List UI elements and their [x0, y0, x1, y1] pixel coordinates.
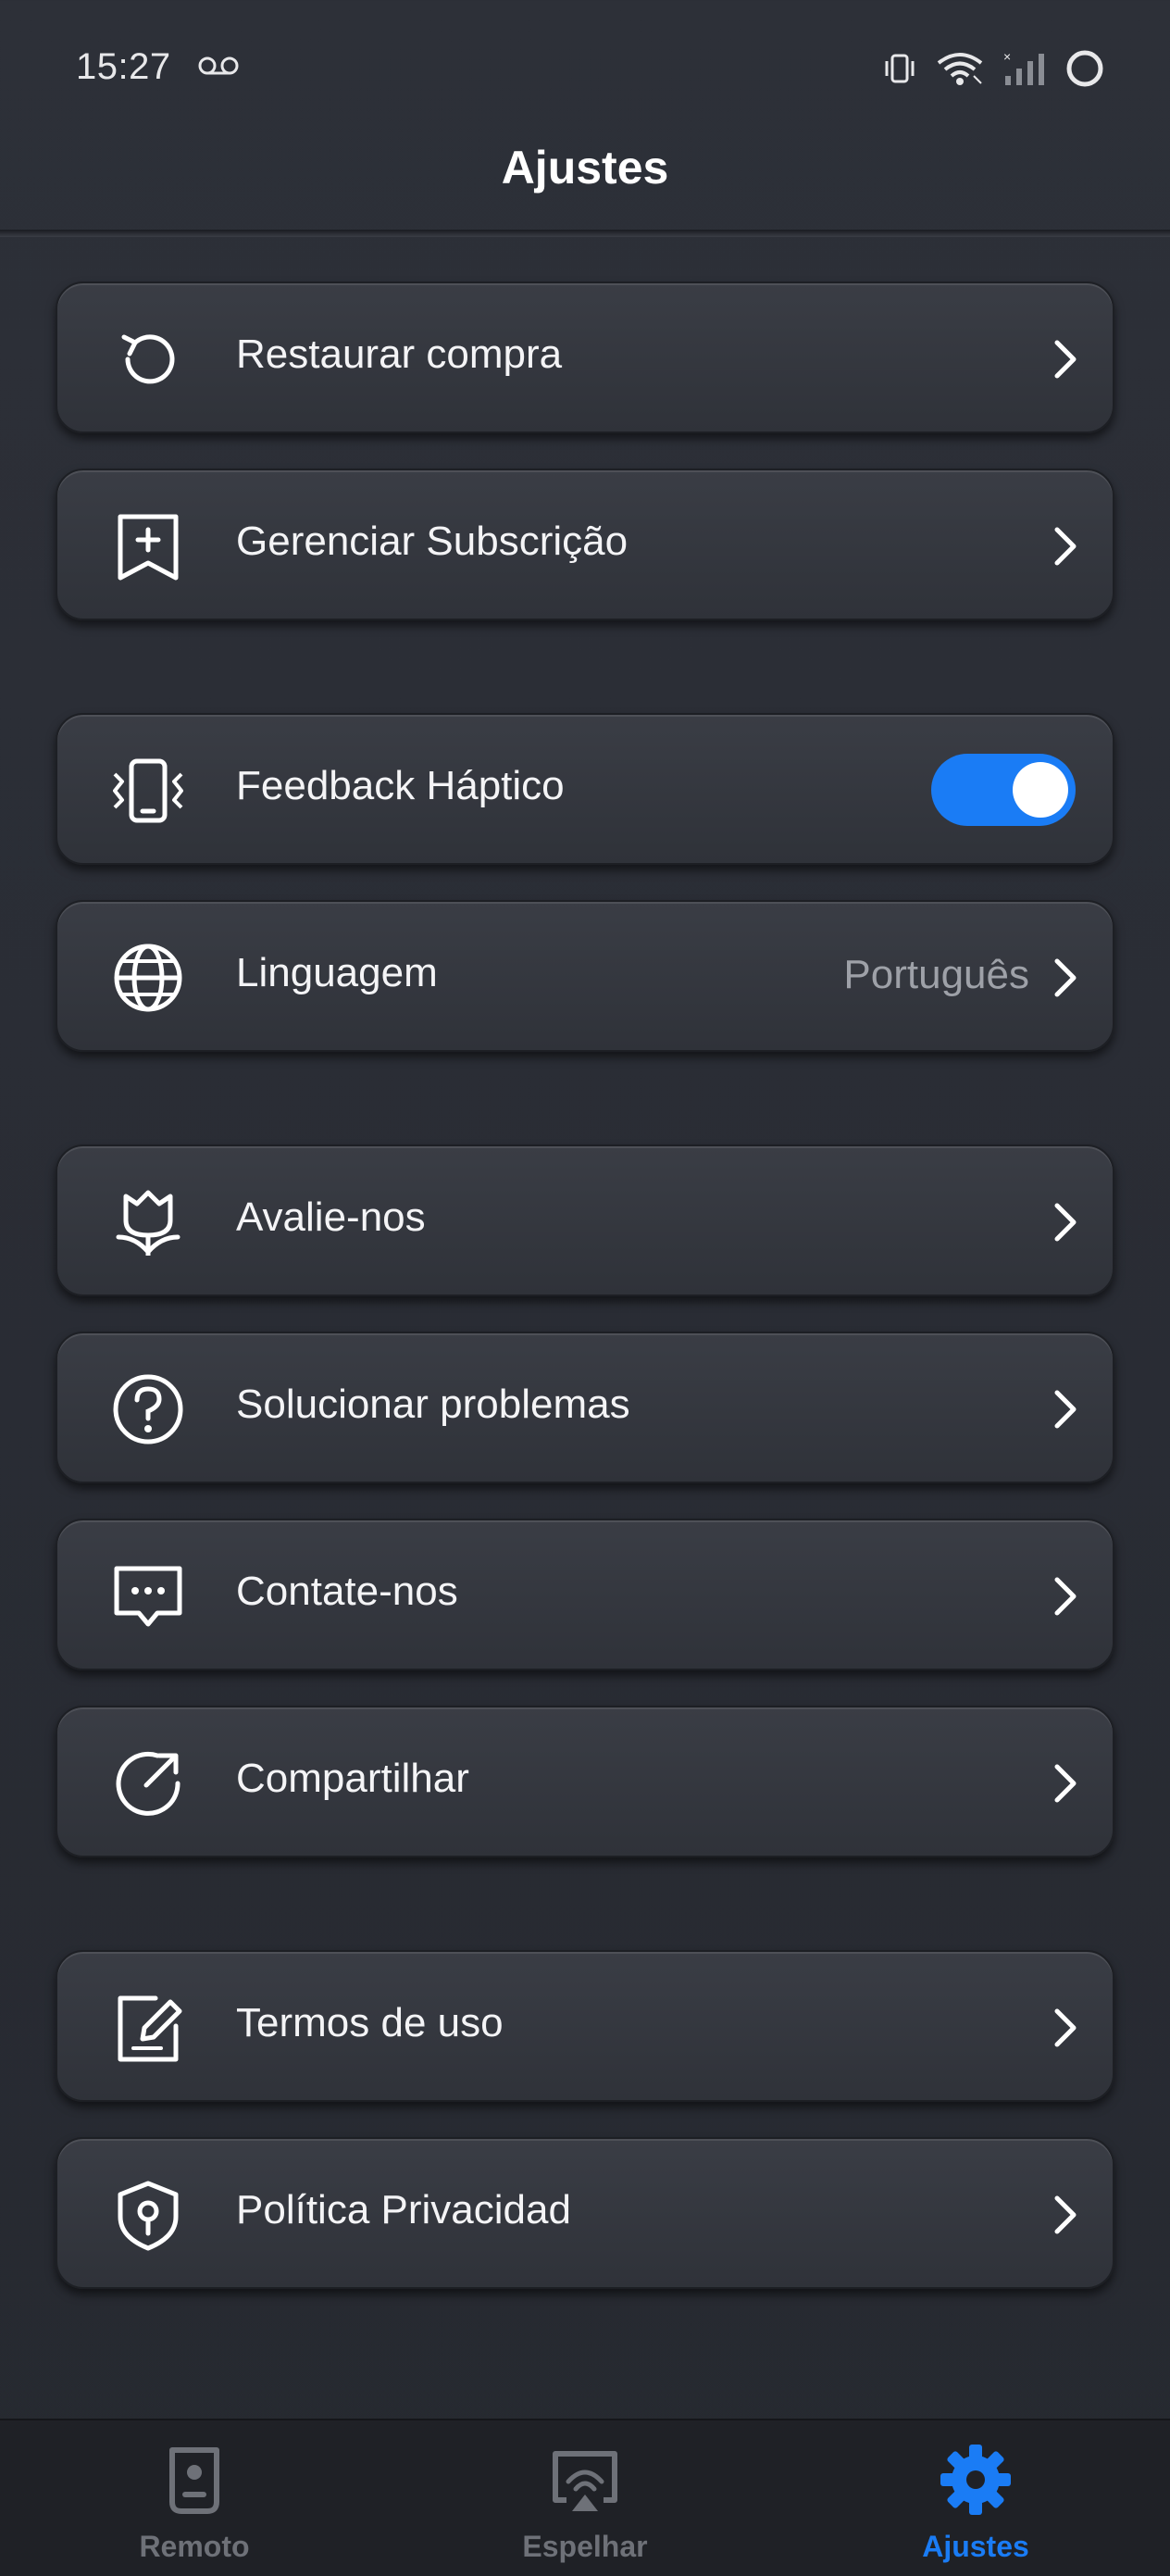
row-label: Contate-nos: [236, 1569, 458, 1614]
voicemail-icon: [198, 56, 239, 75]
row-label: Linguagem: [236, 950, 438, 995]
flower-icon: [116, 1190, 180, 1256]
toggle-knob: [1013, 762, 1068, 818]
row-label: Compartilhar: [236, 1756, 469, 1801]
status-time: 15:27: [76, 46, 171, 87]
battery-ring-icon: [1066, 50, 1103, 87]
shield-key-icon: [118, 2181, 179, 2251]
remote-icon: [169, 2447, 219, 2514]
tab-ajustes[interactable]: Ajustes: [837, 2420, 1114, 2576]
row-label: Feedback Háptico: [236, 763, 565, 808]
row-avalie-nos[interactable]: Avalie-nos: [56, 1144, 1114, 1296]
tab-label: Remoto: [139, 2530, 250, 2563]
wifi-icon: [937, 53, 983, 85]
edit-document-icon: [118, 1995, 182, 2062]
signal-icon: ×: [1003, 50, 1044, 85]
row-label: Avalie-nos: [236, 1194, 426, 1240]
row-politica-privacidad[interactable]: Política Privacidad: [56, 2137, 1114, 2289]
restore-icon: [121, 334, 175, 384]
globe-icon: [114, 944, 182, 1012]
row-contate-nos[interactable]: Contate-nos: [56, 1519, 1114, 1670]
chevron-right-icon: [1054, 2195, 1077, 2234]
page-title: Ajustes: [501, 142, 669, 194]
row-restaurar-compra[interactable]: Restaurar compra: [56, 281, 1114, 433]
row-feedback-haptico[interactable]: Feedback Háptico: [56, 713, 1114, 865]
row-label: Restaurar compra: [236, 331, 563, 377]
vibrate-icon: [885, 54, 915, 83]
row-label: Termos de uso: [236, 2000, 504, 2045]
tab-label: Espelhar: [522, 2530, 648, 2563]
chat-bubble-icon: [114, 1566, 182, 1627]
subscription-bookmark-icon: [118, 514, 179, 581]
chevron-right-icon: [1054, 1577, 1077, 1616]
tab-espelhar[interactable]: Espelhar: [446, 2420, 724, 2576]
row-label: Gerenciar Subscrição: [236, 519, 629, 564]
bottom-tab-bar: Remoto Espelhar Ajustes: [0, 2419, 1170, 2576]
question-circle-icon: [113, 1374, 183, 1444]
chevron-right-icon: [1054, 1203, 1077, 1242]
tab-remoto[interactable]: Remoto: [56, 2420, 333, 2576]
svg-text:×: ×: [1003, 50, 1011, 64]
row-label: Política Privacidad: [236, 2187, 571, 2232]
row-compartilhar[interactable]: Compartilhar: [56, 1706, 1114, 1857]
language-value: Português: [843, 952, 1029, 997]
row-gerenciar-subscricao[interactable]: Gerenciar Subscrição: [56, 469, 1114, 620]
status-bar: 15:27 ×: [0, 0, 1170, 139]
chevron-right-icon: [1054, 2008, 1077, 2047]
phone-vibrate-icon: [113, 758, 183, 823]
header-divider: [0, 230, 1170, 237]
chevron-right-icon: [1054, 527, 1077, 566]
tab-label: Ajustes: [922, 2530, 1029, 2563]
chevron-right-icon: [1054, 1764, 1077, 1803]
row-termos-de-uso[interactable]: Termos de uso: [56, 1950, 1114, 2102]
haptic-toggle[interactable]: [931, 754, 1076, 826]
chevron-right-icon: [1054, 958, 1077, 997]
row-solucionar-problemas[interactable]: Solucionar problemas: [56, 1332, 1114, 1483]
screen-mirror-icon: [553, 2451, 617, 2511]
row-linguagem[interactable]: Linguagem Português: [56, 900, 1114, 1052]
row-label: Solucionar problemas: [236, 1382, 630, 1427]
gear-icon: [940, 2445, 1011, 2515]
chevron-right-icon: [1054, 1390, 1077, 1429]
share-arrow-icon: [116, 1751, 180, 1816]
chevron-right-icon: [1054, 340, 1077, 379]
